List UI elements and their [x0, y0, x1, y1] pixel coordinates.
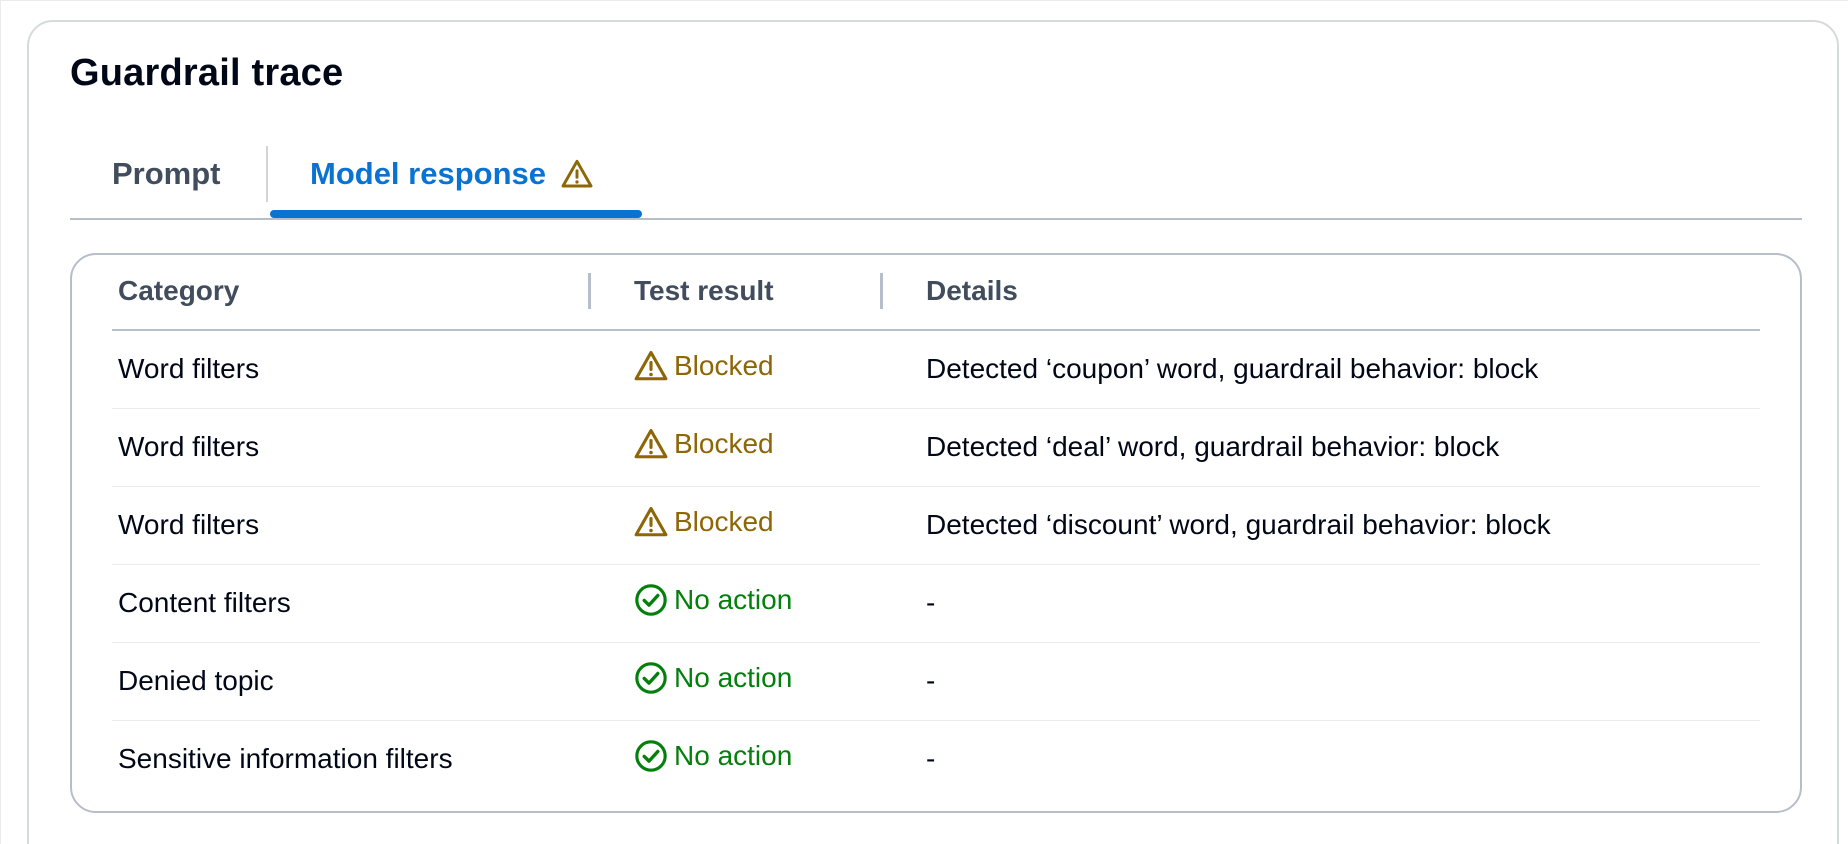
category-cell: Denied topic [118, 665, 274, 696]
status-text: No action [674, 584, 793, 615]
details-cell: Detected ‘discount’ word, guardrail beha… [926, 509, 1551, 540]
category-cell: Sensitive information filters [118, 743, 453, 774]
top-divider [0, 0, 1848, 1]
table-row: Word filters Blocked Detected ‘coupon’ w… [112, 331, 1760, 409]
status-text: Blocked [674, 350, 774, 381]
tab-model-response[interactable]: Model response [310, 138, 594, 210]
details-cell: Detected ‘deal’ word, guardrail behavior… [926, 431, 1500, 462]
status-text: No action [674, 662, 793, 693]
warning-icon [634, 428, 668, 459]
panel-title: Guardrail trace [70, 52, 344, 94]
tab-bar-divider [70, 218, 1802, 220]
warning-icon [561, 159, 593, 188]
column-resizer[interactable] [880, 273, 883, 309]
column-header-details: Details [926, 275, 1018, 306]
table-row: Word filters Blocked Detected ‘discount’… [112, 487, 1760, 565]
details-cell: - [926, 665, 936, 696]
table-row: Denied topic No action - [112, 643, 1760, 721]
test-result-cell: Blocked [634, 349, 774, 383]
tab-model-response-label: Model response [310, 156, 546, 191]
check-circle-icon [635, 584, 667, 616]
category-cell: Word filters [118, 431, 260, 462]
category-cell: Word filters [118, 509, 260, 540]
test-result-cell: No action [634, 739, 792, 773]
table-header: Category Test result Details [112, 255, 1760, 331]
status-text: No action [674, 740, 793, 771]
tab-divider [266, 146, 268, 202]
table-row: Sensitive information filters No action … [112, 721, 1760, 798]
table-body: Word filters Blocked Detected ‘coupon’ w… [112, 331, 1760, 798]
warning-icon [634, 350, 668, 381]
column-header-category: Category [118, 275, 240, 306]
category-cell: Word filters [118, 353, 260, 384]
table-row: Content filters No action - [112, 565, 1760, 643]
warning-icon [634, 506, 668, 537]
check-circle-icon [635, 740, 667, 772]
status-text: Blocked [674, 428, 774, 459]
test-result-cell: No action [634, 661, 792, 695]
category-cell: Content filters [118, 587, 291, 618]
tab-prompt[interactable]: Prompt [112, 138, 221, 210]
trace-table: Category Test result Details Word filter… [70, 253, 1802, 813]
table-row: Word filters Blocked Detected ‘deal’ wor… [112, 409, 1760, 487]
test-result-cell: Blocked [634, 427, 774, 461]
details-cell: - [926, 587, 936, 618]
test-result-cell: Blocked [634, 505, 774, 539]
page: Guardrail trace Prompt Model response Ca… [0, 0, 1848, 844]
tab-bar: Prompt Model response [70, 138, 1802, 220]
column-header-test-result: Test result [634, 275, 774, 306]
tab-prompt-label: Prompt [112, 156, 221, 191]
details-cell: Detected ‘coupon’ word, guardrail behavi… [926, 353, 1539, 384]
left-divider [0, 0, 1, 844]
status-text: Blocked [674, 506, 774, 537]
column-resizer[interactable] [588, 273, 591, 309]
selected-tab-indicator [270, 210, 642, 218]
test-result-cell: No action [634, 583, 792, 617]
details-cell: - [926, 743, 936, 774]
check-circle-icon [635, 662, 667, 694]
